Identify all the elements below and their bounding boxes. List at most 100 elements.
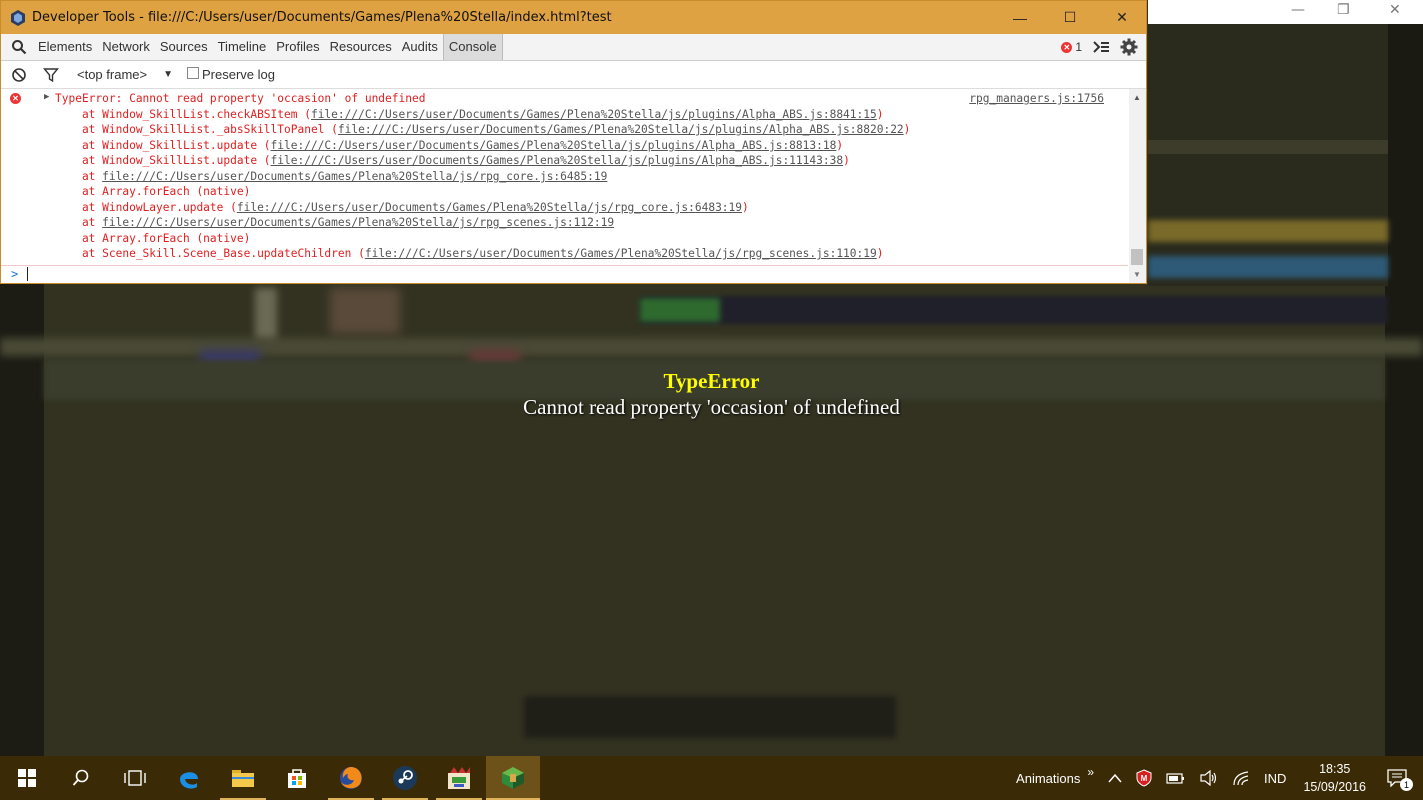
game-restore-button[interactable]: ❐ [1337, 2, 1350, 18]
game-error-title: TypeError [663, 369, 760, 393]
wifi-icon[interactable] [1232, 770, 1250, 786]
action-center-button[interactable]: 1 [1387, 769, 1413, 791]
frame-selector[interactable]: <top frame> [77, 67, 147, 82]
stack-frame-tail: ) [843, 154, 850, 167]
console-scrollbar[interactable]: ▲ ▼ [1129, 89, 1146, 283]
stack-frame-text: at Window_SkillList.checkABSItem ( [55, 108, 311, 121]
stack-frame-text: at Window_SkillList.update ( [55, 139, 271, 152]
stack-frame-tail: ) [742, 201, 749, 214]
chevron-down-icon[interactable]: ▼ [163, 69, 173, 80]
search-button[interactable] [54, 756, 108, 800]
preserve-log-label: Preserve log [202, 67, 275, 82]
taskbar-app-steam[interactable] [378, 756, 432, 800]
stack-frame-text: at [55, 216, 103, 229]
tab-network[interactable]: Network [97, 34, 155, 60]
volume-icon[interactable] [1200, 770, 1218, 786]
stack-frame-text: at Array.forEach (native) [55, 185, 251, 198]
clear-console-icon[interactable] [11, 67, 27, 83]
stack-frame-link[interactable]: file:///C:/Users/user/Documents/Games/Pl… [271, 139, 837, 152]
filter-icon[interactable] [43, 67, 59, 83]
tab-profiles[interactable]: Profiles [271, 34, 324, 60]
taskbar-app-file-explorer[interactable] [216, 756, 270, 800]
steam-icon [393, 766, 417, 790]
start-button[interactable] [0, 756, 54, 800]
taskbar-app-firefox[interactable] [324, 756, 378, 800]
task-view-button[interactable] [108, 756, 162, 800]
taskbar-app-store[interactable] [270, 756, 324, 800]
mcafee-shield-icon[interactable]: M [1136, 769, 1152, 787]
stack-frame-link[interactable]: file:///C:/Users/user/Documents/Games/Pl… [237, 201, 742, 214]
game-icon [502, 767, 524, 789]
error-source-link[interactable]: rpg_managers.js:1756 [969, 92, 1104, 105]
maximize-button[interactable]: ☐ [1047, 1, 1093, 34]
stack-frame: at file:///C:/Users/user/Documents/Games… [55, 169, 607, 184]
stack-frame-link[interactable]: file:///C:/Users/user/Documents/Games/Pl… [338, 123, 904, 136]
stack-frame-link[interactable]: file:///C:/Users/user/Documents/Games/Pl… [365, 247, 877, 260]
stack-frame: at Window_SkillList.update (file:///C:/U… [55, 138, 843, 153]
stack-frame-text: at [55, 170, 103, 183]
store-icon [288, 769, 306, 788]
stack-frame: at Array.forEach (native) [55, 184, 250, 199]
stack-frame-link[interactable]: file:///C:/Users/user/Documents/Games/Pl… [102, 170, 607, 183]
clock-date: 15/09/2016 [1303, 780, 1366, 794]
stack-frame: at WindowLayer.update (file:///C:/Users/… [55, 200, 749, 215]
stack-frame-tail: ) [876, 247, 884, 260]
console-error-message: ✕ ▶ TypeError: Cannot read property 'occ… [1, 89, 1128, 266]
language-indicator[interactable]: IND [1264, 771, 1286, 786]
devtools-tabbar: Elements Network Sources Timeline Profil… [1, 34, 1146, 61]
clock[interactable]: 18:35 15/09/2016 [1303, 760, 1366, 796]
search-icon [72, 769, 89, 786]
search-icon[interactable] [11, 39, 27, 55]
devtools-titlebar[interactable]: Developer Tools - file:///C:/Users/user/… [1, 1, 1146, 34]
chevron-up-icon[interactable] [1108, 773, 1122, 783]
stack-frame-link[interactable]: file:///C:/Users/user/Documents/Games/Pl… [271, 154, 844, 167]
error-count: 1 [1075, 40, 1082, 54]
expand-triangle-icon[interactable]: ▶ [44, 92, 49, 102]
taskbar-app-rpg-maker[interactable] [432, 756, 486, 800]
tab-sources[interactable]: Sources [155, 34, 213, 60]
stack-frame-text: at Window_SkillList.update ( [55, 154, 271, 167]
scroll-down-arrow-icon[interactable]: ▼ [1133, 270, 1141, 279]
stack-frame-link[interactable]: file:///C:/Users/user/Documents/Games/Pl… [311, 108, 877, 121]
windows-logo-icon [18, 769, 36, 787]
clock-time: 18:35 [1319, 762, 1351, 776]
tab-timeline[interactable]: Timeline [213, 34, 272, 60]
minimize-button[interactable]: — [997, 1, 1043, 34]
rpg-maker-icon [448, 767, 470, 789]
game-error-overlay: TypeError Cannot read property 'occasion… [0, 369, 1423, 420]
stack-frame-text: at WindowLayer.update ( [55, 201, 237, 214]
preserve-log-checkbox[interactable] [187, 66, 200, 79]
error-count-badge[interactable]: ✕ 1 [1061, 40, 1082, 54]
tray-toolbar-label[interactable]: Animations [1016, 771, 1080, 786]
tab-elements[interactable]: Elements [33, 34, 97, 60]
game-close-button[interactable]: ✕ [1389, 2, 1401, 18]
taskbar: Animations » M IND 18:35 15/09/2016 1 [0, 756, 1423, 800]
scroll-up-arrow-icon[interactable]: ▲ [1133, 93, 1141, 102]
stack-frame-tail: ) [903, 123, 911, 136]
close-button[interactable]: ✕ [1099, 1, 1145, 34]
console-input[interactable] [27, 267, 28, 281]
tab-audits[interactable]: Audits [397, 34, 443, 60]
preserve-log-toggle[interactable]: Preserve log [187, 66, 275, 82]
taskbar-app-edge[interactable] [162, 756, 216, 800]
scrollbar-thumb[interactable] [1131, 249, 1143, 265]
toolbar-overflow-icon[interactable]: » [1087, 765, 1094, 779]
game-window-titlebar [1148, 0, 1423, 24]
error-icon: ✕ [1061, 41, 1073, 53]
taskbar-app-game[interactable] [486, 756, 540, 800]
tab-resources[interactable]: Resources [325, 34, 397, 60]
stack-frame: at Window_SkillList.update (file:///C:/U… [55, 153, 850, 168]
stack-frame-text: at Array.forEach (native) [55, 232, 251, 245]
tab-console[interactable]: Console [442, 34, 503, 60]
battery-icon[interactable] [1166, 771, 1186, 785]
game-minimize-button[interactable]: — [1291, 2, 1305, 18]
gear-icon[interactable] [1120, 38, 1138, 56]
notification-count: 1 [1400, 778, 1413, 791]
system-tray: Animations » M IND 18:35 15/09/2016 1 [1009, 756, 1423, 800]
stack-frame: at Window_SkillList._absSkillToPanel (fi… [55, 122, 910, 137]
devtools-window-title: Developer Tools - file:///C:/Users/user/… [32, 10, 612, 25]
devtools-app-icon [11, 9, 25, 26]
devtools-window: Developer Tools - file:///C:/Users/user/… [0, 0, 1147, 284]
stack-frame-link[interactable]: file:///C:/Users/user/Documents/Games/Pl… [102, 216, 614, 229]
console-drawer-icon[interactable] [1092, 39, 1110, 55]
